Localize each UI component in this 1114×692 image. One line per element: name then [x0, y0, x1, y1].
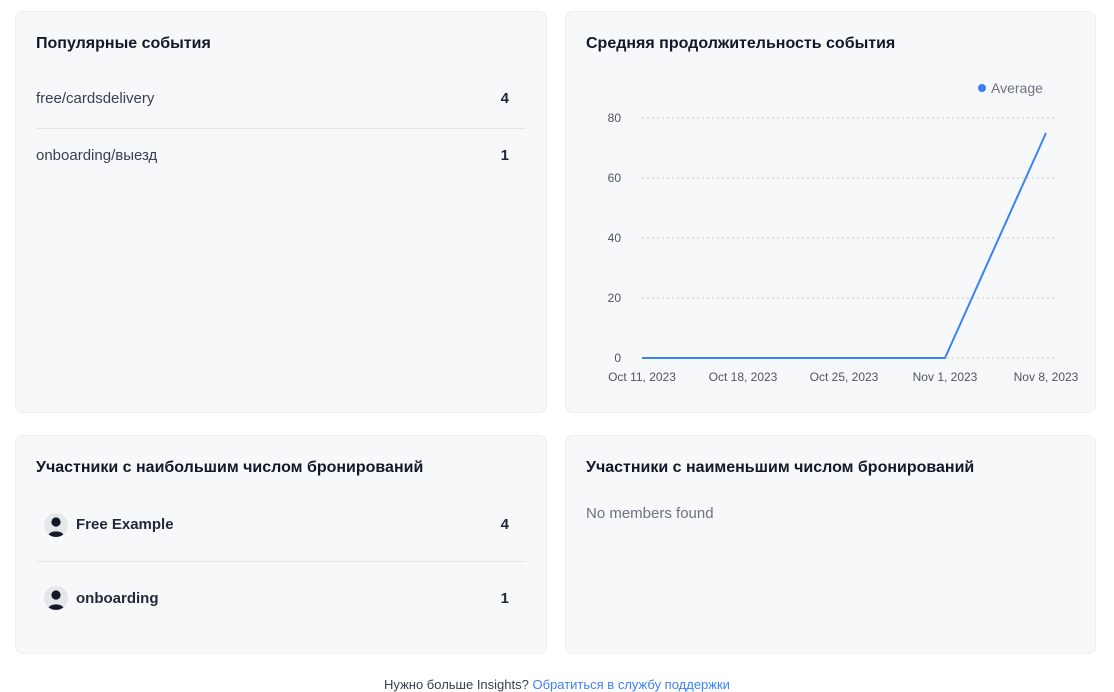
avg-duration-chart: 0 20 40 60 80 Oct 11, 2023 Oct 18, 2023 Oct 25,… [566, 12, 1097, 414]
event-row: free/cardsdelivery 4 [36, 76, 526, 129]
event-name: free/cardsdelivery [36, 90, 154, 107]
chart-svg: 0 20 40 60 80 Oct 11, 2023 Oct 18, 2023 Oct 25,… [566, 12, 1097, 414]
y-tick-label: 20 [608, 291, 622, 305]
member-name[interactable]: onboarding [76, 590, 159, 607]
least-bookings-card: Участники с наименьшим числом бронирован… [565, 435, 1096, 654]
series-line [642, 133, 1046, 358]
user-avatar-icon [44, 513, 68, 537]
y-tick-label: 0 [614, 351, 621, 365]
most-bookings-title: Участники с наибольшим числом бронирован… [36, 459, 423, 477]
event-row: onboarding/выезд 1 [36, 129, 526, 181]
popular-events-title: Популярные события [36, 35, 211, 53]
x-tick-label: Oct 25, 2023 [810, 370, 879, 384]
avg-duration-card: Средняя продолжительность события 020406… [565, 11, 1096, 413]
member-booking-count: 4 [501, 516, 509, 533]
least-bookings-title: Участники с наименьшим числом бронирован… [586, 459, 974, 477]
y-tick-label: 80 [608, 111, 622, 125]
legend-label: Average [991, 80, 1043, 96]
y-tick-label: 40 [608, 231, 622, 245]
most-bookings-card: Участники с наибольшим числом бронирован… [15, 435, 547, 654]
member-row[interactable]: onboarding 1 [36, 562, 526, 634]
event-name: onboarding/выезд [36, 147, 157, 164]
member-row[interactable]: Free Example 4 [36, 500, 526, 562]
x-tick-label: Nov 8, 2023 [1014, 370, 1079, 384]
legend-marker [978, 84, 986, 92]
x-tick-label: Oct 18, 2023 [709, 370, 778, 384]
empty-state-text: No members found [586, 505, 714, 522]
user-avatar-icon [44, 586, 68, 610]
event-count: 4 [501, 90, 509, 107]
y-tick-label: 60 [608, 171, 622, 185]
x-tick-label: Oct 11, 2023 [608, 370, 676, 384]
x-tick-label: Nov 1, 2023 [913, 370, 978, 384]
member-booking-count: 1 [501, 590, 509, 607]
member-name[interactable]: Free Example [76, 516, 174, 533]
popular-events-card: Популярные события free/cardsdelivery 4 … [15, 11, 547, 413]
event-count: 1 [501, 147, 509, 164]
